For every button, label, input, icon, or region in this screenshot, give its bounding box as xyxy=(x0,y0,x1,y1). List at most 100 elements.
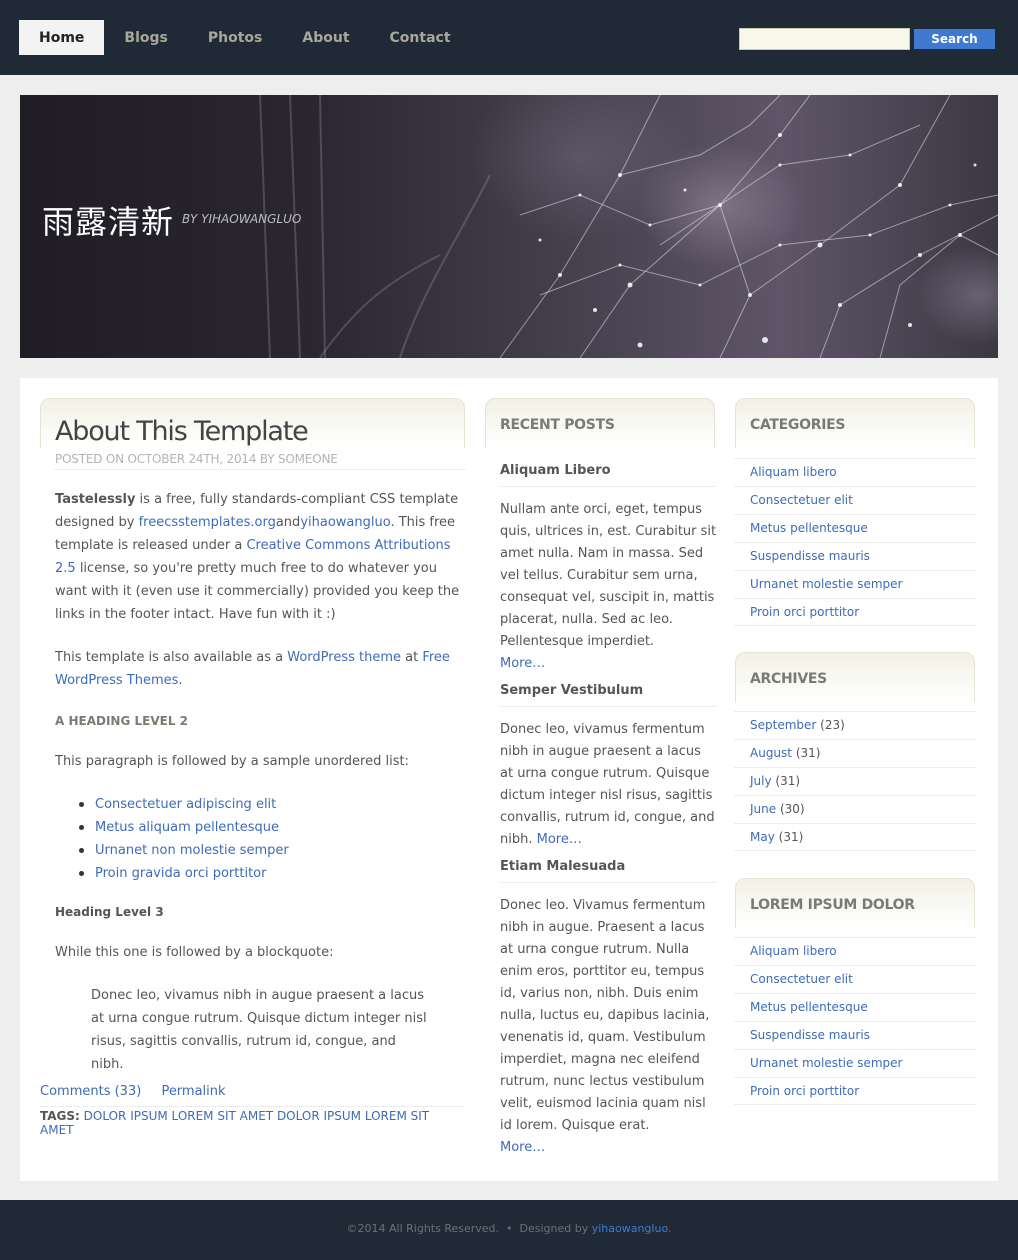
list-item: Aliquam libero xyxy=(735,937,975,965)
list-item: July (31) xyxy=(735,767,975,795)
lorem-link[interactable]: Proin orci porttitor xyxy=(750,1084,859,1098)
list-item: May (31) xyxy=(735,823,975,851)
list-link[interactable]: Proin gravida orci porttitor xyxy=(95,866,266,881)
para-text: This template is also available as a xyxy=(55,650,288,665)
permalink-link[interactable]: Permalink xyxy=(161,1084,225,1099)
nav-contact[interactable]: Contact xyxy=(370,20,471,55)
intro-text: license, so you're pretty much free to d… xyxy=(55,561,460,622)
nav-blogs[interactable]: Blogs xyxy=(104,20,187,55)
intro-strong: Tastelessly xyxy=(55,492,136,507)
search-input[interactable] xyxy=(739,28,910,50)
nav-home[interactable]: Home xyxy=(19,20,105,55)
header-banner: 雨露清新 BY YIHAOWANGLUO xyxy=(20,95,998,358)
post-links: Comments (33) Permalink xyxy=(40,1084,242,1099)
excerpt-text: Donec leo. Vivamus fermentum nibh in aug… xyxy=(500,898,710,1133)
more-link[interactable]: More… xyxy=(500,1140,545,1155)
lorem-link[interactable]: Consectetuer elit xyxy=(750,972,853,986)
comments-link[interactable]: Comments (33) xyxy=(40,1084,141,1099)
category-link[interactable]: Metus pellentesque xyxy=(750,521,868,535)
tags-label: TAGS: xyxy=(40,1109,80,1123)
list-item: Suspendisse mauris xyxy=(735,542,975,570)
category-link[interactable]: Consectetuer elit xyxy=(750,493,853,507)
list-item: September (23) xyxy=(735,711,975,739)
lorem-link[interactable]: Aliquam libero xyxy=(750,944,837,958)
list-link[interactable]: Urnanet non molestie semper xyxy=(95,843,289,858)
list-link[interactable]: Metus aliquam pellentesque xyxy=(95,820,279,835)
list-item: Proin gravida orci porttitor xyxy=(79,862,289,885)
list-item: Consectetuer elit xyxy=(735,486,975,514)
archive-link[interactable]: September xyxy=(750,718,816,732)
archive-count: (31) xyxy=(778,830,804,844)
category-link[interactable]: Suspendisse mauris xyxy=(750,549,870,563)
nav-about[interactable]: About xyxy=(282,20,369,55)
main-nav: Home Blogs Photos About Contact xyxy=(19,20,471,55)
list-item: August (31) xyxy=(735,739,975,767)
footer-end: . xyxy=(667,1222,672,1235)
category-link[interactable]: Aliquam libero xyxy=(750,465,837,479)
recent-post-excerpt: Donec leo, vivamus fermentum nibh in aug… xyxy=(500,719,718,851)
list-item: June (30) xyxy=(735,795,975,823)
wordpress-theme-link[interactable]: WordPress theme xyxy=(287,650,401,665)
post-intro: Tastelessly is a free, fully standards-c… xyxy=(55,488,460,626)
search-button[interactable]: Search xyxy=(914,29,995,49)
archive-link[interactable]: May xyxy=(750,830,775,844)
list-item: Proin orci porttitor xyxy=(735,598,975,626)
yihaowangluo-link[interactable]: yihaowangluo xyxy=(300,515,390,530)
intro-text: and xyxy=(275,515,301,530)
tags-links[interactable]: DOLOR IPSUM LOREM SIT AMET DOLOR IPSUM L… xyxy=(40,1109,429,1137)
freecsstemplates-link[interactable]: freecsstemplates.org xyxy=(139,515,276,530)
more-link[interactable]: More… xyxy=(500,656,545,671)
heading-level-2: A HEADING LEVEL 2 xyxy=(55,714,188,728)
list-item: Aliquam libero xyxy=(735,458,975,486)
para-text: . xyxy=(178,673,183,688)
list-link[interactable]: Consectetuer adipiscing elit xyxy=(95,797,276,812)
lorem-link[interactable]: Urnanet molestie semper xyxy=(750,1056,902,1070)
post-para-2: This template is also available as a Wor… xyxy=(55,646,460,692)
post-meta: POSTED ON OCTOBER 24TH, 2014 BY SOMEONE xyxy=(55,452,465,470)
archive-count: (30) xyxy=(779,802,805,816)
content-area: About This Template POSTED ON OCTOBER 24… xyxy=(20,378,998,1181)
list-item: Consectetuer adipiscing elit xyxy=(79,793,289,816)
post-tags: TAGS: DOLOR IPSUM LOREM SIT AMET DOLOR I… xyxy=(40,1106,464,1137)
recent-posts-heading: RECENT POSTS xyxy=(500,417,615,433)
archive-link[interactable]: August xyxy=(750,746,792,760)
archive-link[interactable]: July xyxy=(750,774,772,788)
recent-post-title[interactable]: Semper Vestibulum xyxy=(500,683,715,707)
more-link[interactable]: More… xyxy=(537,832,582,847)
archive-count: (23) xyxy=(820,718,845,732)
top-navigation-bar: Home Blogs Photos About Contact Search xyxy=(0,0,1018,75)
list-item: Metus aliquam pellentesque xyxy=(79,816,289,839)
sample-list: Consectetuer adipiscing elit Metus aliqu… xyxy=(79,793,289,885)
footer: ©2014 All Rights Reserved. • Designed by… xyxy=(0,1200,1018,1260)
list-item: Urnanet molestie semper xyxy=(735,1049,975,1077)
recent-post-excerpt: Donec leo. Vivamus fermentum nibh in aug… xyxy=(500,895,718,1159)
archive-count: (31) xyxy=(795,746,821,760)
excerpt-text: Donec leo, vivamus fermentum nibh in aug… xyxy=(500,722,715,847)
list-item: Proin orci porttitor xyxy=(735,1077,975,1105)
categories-heading: CATEGORIES xyxy=(750,417,846,433)
archive-link[interactable]: June xyxy=(750,802,776,816)
lorem-heading: LOREM IPSUM DOLOR xyxy=(750,897,915,913)
categories-list: Aliquam libero Consectetuer elit Metus p… xyxy=(735,458,975,626)
site-title: 雨露清新 xyxy=(42,203,175,241)
excerpt-text: Nullam ante orci, eget, tempus quis, ult… xyxy=(500,502,717,649)
list-intro: This paragraph is followed by a sample u… xyxy=(55,754,409,769)
quote-intro: While this one is followed by a blockquo… xyxy=(55,945,334,960)
blockquote: Donec leo, vivamus nibh in augue praesen… xyxy=(91,988,427,1072)
recent-post-title[interactable]: Aliquam Libero xyxy=(500,463,715,487)
para-text: at xyxy=(401,650,423,665)
list-item: Consectetuer elit xyxy=(735,965,975,993)
recent-post-title[interactable]: Etiam Malesuada xyxy=(500,859,715,883)
lorem-link[interactable]: Suspendisse mauris xyxy=(750,1028,870,1042)
lorem-link[interactable]: Metus pellentesque xyxy=(750,1000,868,1014)
recent-post-excerpt: Nullam ante orci, eget, tempus quis, ult… xyxy=(500,499,718,675)
category-link[interactable]: Proin orci porttitor xyxy=(750,605,859,619)
lorem-list: Aliquam libero Consectetuer elit Metus p… xyxy=(735,937,975,1105)
post-title[interactable]: About This Template xyxy=(55,416,309,447)
archive-count: (31) xyxy=(775,774,801,788)
category-link[interactable]: Urnanet molestie semper xyxy=(750,577,902,591)
footer-designer-link[interactable]: yihaowangluo xyxy=(592,1222,668,1235)
archives-heading: ARCHIVES xyxy=(750,671,827,687)
nav-photos[interactable]: Photos xyxy=(188,20,283,55)
list-item: Metus pellentesque xyxy=(735,514,975,542)
